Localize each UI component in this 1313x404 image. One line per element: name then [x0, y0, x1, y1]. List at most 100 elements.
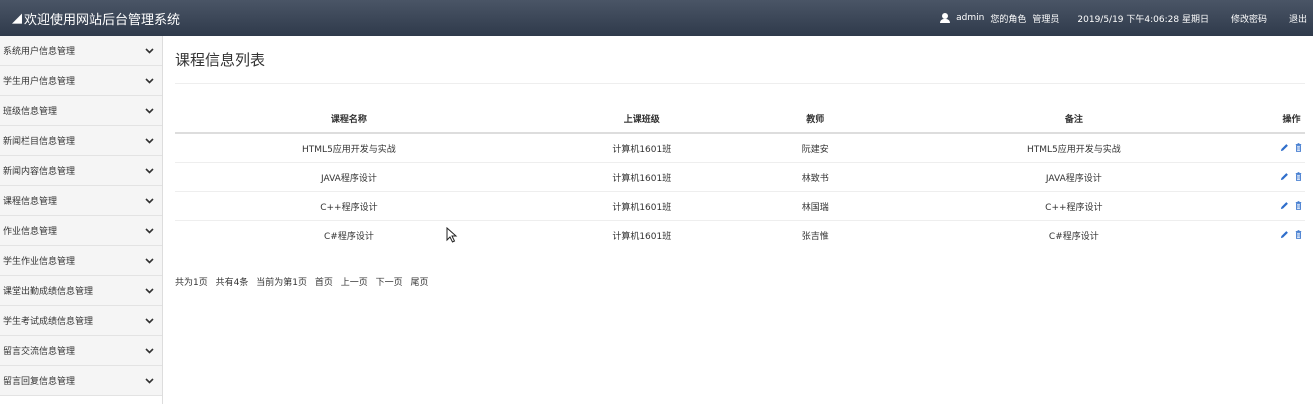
- pencil-icon[interactable]: [1280, 230, 1289, 239]
- cell-actions: [1277, 132, 1305, 163]
- sidebar-item-messages[interactable]: 留言交流信息管理: [0, 336, 162, 366]
- table-row: HTML5应用开发与实战 计算机1601班 阮建安 HTML5应用开发与实战: [175, 132, 1305, 163]
- pagination-first-link[interactable]: 首页: [315, 278, 333, 288]
- chevron-down-icon: [145, 287, 154, 294]
- cell-actions: [1277, 191, 1305, 221]
- cell-class: 计算机1601班: [522, 220, 761, 249]
- cell-remark: C#程序设计: [869, 220, 1278, 249]
- sidebar-item-label: 新闻栏目信息管理: [3, 137, 76, 147]
- pagination-total-pages: 共为1页: [175, 278, 208, 288]
- pagination-prev-link[interactable]: 上一页: [341, 278, 368, 288]
- course-table: 课程名称 上课班级 教师 备注 操作 HTML5应用开发与实战 计算机1601班…: [175, 104, 1305, 249]
- sidebar-item-news-columns[interactable]: 新闻栏目信息管理: [0, 126, 162, 156]
- pencil-icon[interactable]: [1280, 172, 1289, 181]
- sidebar-item-label: 班级信息管理: [3, 107, 58, 117]
- cell-course-name: HTML5应用开发与实战: [175, 132, 523, 163]
- cell-teacher: 林致书: [760, 162, 870, 192]
- table-row: JAVA程序设计 计算机1601班 林致书 JAVA程序设计: [175, 162, 1305, 192]
- user-info: admin 您的角色 管理员 2019/5/19 下午4:06:28 星期日 修…: [940, 0, 1313, 36]
- sidebar-item-label: 留言回复信息管理: [3, 377, 76, 387]
- page-title: 课程信息列表: [175, 51, 266, 69]
- sidebar-item-courses[interactable]: 课程信息管理: [0, 186, 162, 216]
- column-header-remark: 备注: [869, 104, 1278, 134]
- chevron-down-icon: [145, 227, 154, 234]
- title-divider: [175, 83, 1305, 84]
- chevron-down-icon: [145, 167, 154, 174]
- chevron-down-icon: [145, 107, 154, 114]
- main-content: 课程信息列表 课程名称 上课班级 教师 备注 操作 HTML5应用开发与实战 计…: [175, 36, 1305, 288]
- cell-class: 计算机1601班: [522, 132, 761, 163]
- sidebar-item-label: 学生考试成绩信息管理: [3, 317, 94, 327]
- trash-icon[interactable]: [1294, 172, 1303, 181]
- table-header-row: 课程名称 上课班级 教师 备注 操作: [175, 104, 1305, 134]
- cell-teacher: 张吉惟: [760, 220, 870, 249]
- paper-plane-icon: ◢: [12, 10, 22, 26]
- pagination-next-link[interactable]: 下一页: [376, 278, 403, 288]
- sidebar-item-label: 学生作业信息管理: [3, 257, 76, 267]
- cell-course-name: C#程序设计: [175, 220, 523, 249]
- pencil-icon[interactable]: [1280, 143, 1289, 152]
- datetime: 2019/5/19 下午4:06:28 星期日: [1077, 14, 1209, 25]
- sidebar-item-label: 系统用户信息管理: [3, 47, 76, 57]
- sidebar-item-replies[interactable]: 留言回复信息管理: [0, 366, 162, 396]
- sidebar-item-label: 学生用户信息管理: [3, 77, 76, 87]
- pencil-icon[interactable]: [1280, 201, 1289, 210]
- sidebar-item-student-homework[interactable]: 学生作业信息管理: [0, 246, 162, 276]
- sidebar-item-student-users[interactable]: 学生用户信息管理: [0, 66, 162, 96]
- top-bar: ◢ 欢迎使用网站后台管理系统 admin 您的角色 管理员 2019/5/19 …: [0, 0, 1313, 36]
- sidebar-item-classes[interactable]: 班级信息管理: [0, 96, 162, 126]
- sidebar: 系统用户信息管理 学生用户信息管理 班级信息管理 新闻栏目信息管理 新闻内容信息…: [0, 36, 163, 404]
- pagination: 共为1页 共有4条 当前为第1页 首页 上一页 下一页 尾页: [175, 275, 1305, 288]
- chevron-down-icon: [145, 257, 154, 264]
- column-header-actions: 操作: [1277, 104, 1305, 134]
- sidebar-item-label: 课程信息管理: [3, 197, 58, 207]
- trash-icon[interactable]: [1294, 201, 1303, 210]
- change-password-link[interactable]: 修改密码: [1231, 12, 1267, 25]
- column-header-teacher: 教师: [760, 104, 870, 134]
- chevron-down-icon: [145, 47, 154, 54]
- trash-icon[interactable]: [1294, 230, 1303, 239]
- cell-class: 计算机1601班: [522, 162, 761, 192]
- pagination-total-items: 共有4条: [215, 278, 249, 288]
- sidebar-item-news-content[interactable]: 新闻内容信息管理: [0, 156, 162, 186]
- cell-actions: [1277, 162, 1305, 192]
- pagination-last-link[interactable]: 尾页: [411, 278, 429, 288]
- cell-class: 计算机1601班: [522, 191, 761, 221]
- trash-icon[interactable]: [1294, 143, 1303, 152]
- cell-teacher: 林国瑞: [760, 191, 870, 221]
- sidebar-item-label: 留言交流信息管理: [3, 347, 76, 357]
- logout-link[interactable]: 退出: [1289, 12, 1307, 25]
- chevron-down-icon: [145, 77, 154, 84]
- chevron-down-icon: [145, 137, 154, 144]
- sidebar-item-label: 课堂出勤成绩信息管理: [3, 287, 94, 297]
- cell-remark: HTML5应用开发与实战: [869, 132, 1278, 163]
- table-row: C++程序设计 计算机1601班 林国瑞 C++程序设计: [175, 191, 1305, 221]
- chevron-down-icon: [145, 347, 154, 354]
- cell-actions: [1277, 220, 1305, 249]
- pagination-current-page: 当前为第1页: [256, 278, 307, 288]
- role: 管理员: [1032, 14, 1060, 25]
- cell-course-name: C++程序设计: [175, 191, 523, 221]
- cell-teacher: 阮建安: [760, 132, 870, 163]
- column-header-class: 上课班级: [522, 104, 761, 134]
- table-row: C#程序设计 计算机1601班 张吉惟 C#程序设计: [175, 220, 1305, 249]
- sidebar-item-system-users[interactable]: 系统用户信息管理: [0, 36, 162, 66]
- app-title: 欢迎使用网站后台管理系统: [24, 12, 181, 28]
- mouse-cursor-icon: [446, 227, 458, 243]
- cell-remark: JAVA程序设计: [869, 162, 1278, 192]
- cell-course-name: JAVA程序设计: [175, 162, 523, 192]
- sidebar-item-label: 作业信息管理: [3, 227, 58, 237]
- sidebar-item-label: 新闻内容信息管理: [3, 167, 76, 177]
- chevron-down-icon: [145, 377, 154, 384]
- sidebar-item-exam-scores[interactable]: 学生考试成绩信息管理: [0, 306, 162, 336]
- user-icon: [940, 13, 951, 23]
- brand: ◢ 欢迎使用网站后台管理系统: [0, 9, 180, 28]
- sidebar-item-homework[interactable]: 作业信息管理: [0, 216, 162, 246]
- username: admin: [956, 13, 985, 23]
- role-label: 您的角色: [990, 14, 1027, 25]
- cell-remark: C++程序设计: [869, 191, 1278, 221]
- sidebar-item-attendance[interactable]: 课堂出勤成绩信息管理: [0, 276, 162, 306]
- chevron-down-icon: [145, 317, 154, 324]
- chevron-down-icon: [145, 197, 154, 204]
- column-header-course-name: 课程名称: [175, 104, 523, 134]
